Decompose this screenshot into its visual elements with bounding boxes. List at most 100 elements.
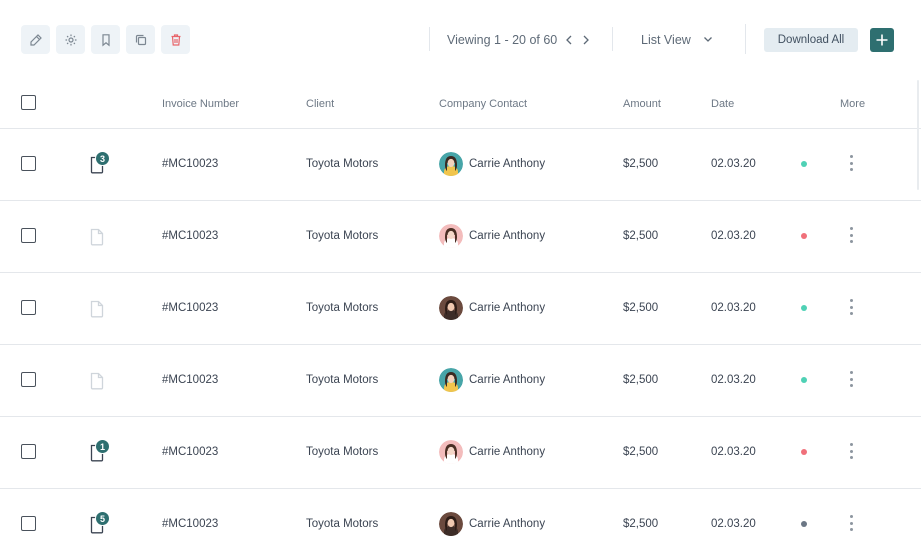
column-header-date[interactable]: Date bbox=[711, 98, 734, 110]
more-options-button[interactable] bbox=[844, 153, 858, 173]
more-options-button[interactable] bbox=[844, 297, 858, 317]
settings-button[interactable] bbox=[56, 25, 85, 54]
client-name: Toyota Motors bbox=[306, 518, 379, 530]
avatar-image bbox=[439, 224, 463, 248]
dot-icon bbox=[849, 515, 853, 518]
invoice-date: 02.03.20 bbox=[711, 230, 756, 242]
select-all-checkbox[interactable] bbox=[21, 95, 36, 110]
dot-icon bbox=[849, 528, 853, 531]
dot-icon bbox=[849, 168, 853, 171]
row-checkbox[interactable] bbox=[21, 444, 36, 459]
add-invoice-button[interactable] bbox=[870, 28, 894, 52]
invoice-date: 02.03.20 bbox=[711, 158, 756, 170]
attachment-count-badge: 5 bbox=[95, 511, 110, 526]
avatar-image bbox=[439, 368, 463, 392]
row-checkbox[interactable] bbox=[21, 300, 36, 315]
more-options-button[interactable] bbox=[844, 369, 858, 389]
avatar bbox=[439, 224, 463, 248]
row-checkbox[interactable] bbox=[21, 372, 36, 387]
document-icon[interactable] bbox=[89, 300, 105, 318]
table-row[interactable]: #MC10023 Toyota Motors Carrie Anthony $2,50… bbox=[0, 345, 921, 417]
more-options-button[interactable] bbox=[844, 225, 858, 245]
avatar bbox=[439, 368, 463, 392]
table-row[interactable]: 5 #MC10023 Toyota Motors Carrie Anthony $2,5… bbox=[0, 489, 921, 546]
invoice-number[interactable]: #MC10023 bbox=[162, 302, 218, 314]
dot-icon bbox=[849, 233, 853, 237]
invoice-amount: $2,500 bbox=[623, 518, 659, 530]
contact-name[interactable]: Carrie Anthony bbox=[469, 446, 545, 458]
invoice-number[interactable]: #MC10023 bbox=[162, 158, 218, 170]
status-indicator bbox=[801, 521, 807, 527]
invoice-amount: $2,500 bbox=[623, 446, 659, 458]
toolbar-divider bbox=[612, 27, 613, 51]
contact-name[interactable]: Carrie Anthony bbox=[469, 374, 545, 386]
chevron-right-icon bbox=[583, 35, 589, 45]
attachment-count-badge: 3 bbox=[95, 151, 110, 166]
bookmark-icon bbox=[101, 33, 110, 46]
column-header-contact[interactable]: Company Contact bbox=[439, 98, 527, 110]
invoice-number[interactable]: #MC10023 bbox=[162, 446, 218, 458]
dot-icon bbox=[849, 371, 853, 374]
edit-icon bbox=[29, 33, 42, 46]
more-options-button[interactable] bbox=[844, 441, 858, 461]
dot-icon bbox=[849, 305, 853, 309]
avatar-image bbox=[439, 296, 463, 320]
dot-icon bbox=[849, 449, 853, 453]
invoice-number[interactable]: #MC10023 bbox=[162, 518, 218, 530]
row-checkbox[interactable] bbox=[21, 228, 36, 243]
dot-icon bbox=[849, 521, 853, 525]
dot-icon bbox=[849, 227, 853, 230]
avatar bbox=[439, 296, 463, 320]
download-all-button[interactable]: Download All bbox=[764, 28, 858, 52]
table-row[interactable]: 1 #MC10023 Toyota Motors Carrie Anthony $2,5… bbox=[0, 417, 921, 489]
dot-icon bbox=[849, 443, 853, 446]
dot-icon bbox=[849, 456, 853, 459]
contact-name[interactable]: Carrie Anthony bbox=[469, 518, 545, 530]
invoice-date: 02.03.20 bbox=[711, 446, 756, 458]
invoice-date: 02.03.20 bbox=[711, 518, 756, 530]
column-header-client[interactable]: Client bbox=[306, 98, 334, 110]
invoice-number[interactable]: #MC10023 bbox=[162, 230, 218, 242]
invoice-amount: $2,500 bbox=[623, 374, 659, 386]
invoice-amount: $2,500 bbox=[623, 158, 659, 170]
client-name: Toyota Motors bbox=[306, 374, 379, 386]
avatar bbox=[439, 512, 463, 536]
dot-icon bbox=[849, 377, 853, 381]
table-row[interactable]: #MC10023 Toyota Motors Carrie Anthony $2,50… bbox=[0, 273, 921, 345]
status-indicator bbox=[801, 161, 807, 167]
contact-name[interactable]: Carrie Anthony bbox=[469, 230, 545, 242]
document-icon[interactable] bbox=[89, 372, 105, 390]
dot-icon bbox=[849, 155, 853, 158]
status-indicator bbox=[801, 233, 807, 239]
contact-name[interactable]: Carrie Anthony bbox=[469, 158, 545, 170]
column-header-invoice[interactable]: Invoice Number bbox=[162, 98, 239, 110]
copy-button[interactable] bbox=[126, 25, 155, 54]
row-checkbox[interactable] bbox=[21, 516, 36, 531]
invoice-table-body: 3 #MC10023 Toyota Motors Carrie Anthony $2,5… bbox=[0, 129, 921, 546]
edit-button[interactable] bbox=[21, 25, 50, 54]
status-indicator bbox=[801, 377, 807, 383]
row-checkbox[interactable] bbox=[21, 156, 36, 171]
dot-icon bbox=[849, 384, 853, 387]
contact-name[interactable]: Carrie Anthony bbox=[469, 302, 545, 314]
table-row[interactable]: #MC10023 Toyota Motors Carrie Anthony $2,50… bbox=[0, 201, 921, 273]
table-row[interactable]: 3 #MC10023 Toyota Motors Carrie Anthony $2,5… bbox=[0, 129, 921, 201]
vertical-scrollbar[interactable] bbox=[917, 80, 919, 190]
bookmark-button[interactable] bbox=[91, 25, 120, 54]
column-header-more: More bbox=[840, 98, 866, 110]
next-page-button[interactable] bbox=[580, 33, 592, 47]
document-icon[interactable] bbox=[89, 228, 105, 246]
invoice-number[interactable]: #MC10023 bbox=[162, 374, 218, 386]
plus-icon bbox=[876, 34, 888, 46]
previous-page-button[interactable] bbox=[563, 33, 575, 47]
more-options-button[interactable] bbox=[844, 513, 858, 533]
dot-icon bbox=[849, 299, 853, 302]
view-mode-select[interactable]: List View bbox=[641, 30, 712, 50]
invoice-date: 02.03.20 bbox=[711, 302, 756, 314]
avatar-image bbox=[439, 512, 463, 536]
column-header-amount[interactable]: Amount bbox=[623, 98, 661, 110]
avatar-image bbox=[439, 440, 463, 464]
toolbar-divider bbox=[745, 24, 746, 54]
delete-button[interactable] bbox=[161, 25, 190, 54]
table-header: Invoice Number Client Company Contact Am… bbox=[0, 80, 921, 129]
